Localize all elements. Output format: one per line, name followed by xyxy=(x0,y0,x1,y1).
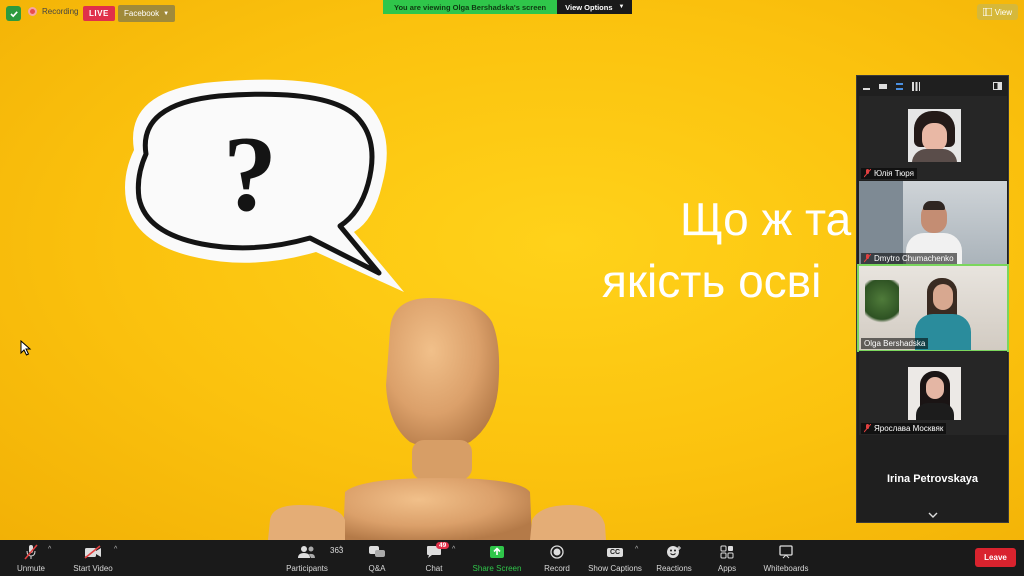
captions-caret-icon[interactable]: ^ xyxy=(635,546,638,553)
chevron-down-icon: ▼ xyxy=(163,10,170,17)
whiteboard-icon xyxy=(778,543,794,561)
recording-dot-icon xyxy=(28,7,37,16)
live-badge[interactable]: LIVE xyxy=(83,6,115,21)
participant-name-tag: Ярослава Москвяк xyxy=(861,423,947,434)
video-off-icon xyxy=(84,543,102,561)
participant-tile[interactable]: Юлія Тюря xyxy=(859,96,1007,180)
stream-target-label: Facebook xyxy=(124,9,160,18)
view-button-label: View xyxy=(994,7,1012,17)
exit-side-by-side-icon[interactable] xyxy=(993,82,1003,90)
whiteboards-button[interactable]: Whiteboards xyxy=(762,543,810,575)
view-options-label: View Options xyxy=(565,2,613,12)
participants-label: Participants xyxy=(286,564,328,573)
participant-name-tag: Olga Bershadska xyxy=(861,338,929,349)
reactions-icon xyxy=(666,543,682,561)
chat-label: Chat xyxy=(425,564,443,573)
view-button[interactable]: View xyxy=(976,4,1018,20)
participants-caret-icon[interactable]: ^ xyxy=(339,546,342,553)
participant-tile[interactable]: Dmytro Chumachenko xyxy=(859,181,1007,265)
qa-icon xyxy=(368,543,386,561)
gallery-grid-icon[interactable] xyxy=(912,81,921,91)
record-button[interactable]: Record xyxy=(542,543,572,575)
show-captions-button[interactable]: CC Show Captions xyxy=(588,543,642,575)
thumbnail-view-icon[interactable] xyxy=(878,83,887,89)
participant-name: Юлія Тюря xyxy=(874,169,914,178)
chevron-down-icon: ▼ xyxy=(618,4,625,10)
participant-tile[interactable]: Ярослава Москвяк xyxy=(859,351,1007,435)
participant-tile-active-speaker[interactable]: Olga Bershadska xyxy=(857,264,1009,352)
participant-name-tag: Dmytro Chumachenko xyxy=(861,253,957,264)
participants-button[interactable]: 363 Participants xyxy=(285,543,343,575)
chat-icon: 49 xyxy=(426,542,450,561)
start-video-button[interactable]: Start Video xyxy=(72,543,114,575)
participant-name-large: Irina Petrovskaya xyxy=(886,473,979,485)
stream-target-dropdown[interactable]: Facebook ▼ xyxy=(118,5,176,22)
qa-button[interactable]: Q&A xyxy=(364,543,390,575)
participant-name: Dmytro Chumachenko xyxy=(874,254,954,263)
mic-muted-icon xyxy=(24,543,38,561)
reactions-label: Reactions xyxy=(656,564,692,573)
view-options-button[interactable]: View Options ▼ xyxy=(557,0,633,14)
closed-captions-icon: CC xyxy=(606,543,624,561)
apps-button[interactable]: Apps xyxy=(716,543,738,575)
leave-button[interactable]: Leave xyxy=(975,548,1016,567)
unmute-label: Unmute xyxy=(16,564,45,573)
gallery-layout-controls xyxy=(857,76,1008,96)
recording-label: Recording xyxy=(42,7,79,16)
scroll-down-chevron-icon[interactable] xyxy=(928,512,938,518)
share-screen-icon xyxy=(489,543,505,561)
share-screen-button[interactable]: Share Screen xyxy=(472,543,522,575)
screen-share-banner: You are viewing Olga Bershadska's screen… xyxy=(383,0,633,14)
participant-photo xyxy=(908,367,961,420)
grid-view-icon xyxy=(982,8,992,16)
record-icon xyxy=(550,543,564,561)
cc-icon-text: CC xyxy=(606,547,624,557)
whiteboards-label: Whiteboards xyxy=(763,564,809,573)
slide-title-line1: Що ж та xyxy=(680,193,852,245)
participant-gallery-panel: Юлія Тюря Dmytro Chumachenko Olga Bersha… xyxy=(856,75,1009,523)
mic-muted-icon xyxy=(864,169,871,178)
qa-label: Q&A xyxy=(368,564,386,573)
mouse-cursor-icon xyxy=(20,340,32,356)
apps-label: Apps xyxy=(717,564,737,573)
mic-muted-icon xyxy=(864,254,871,263)
recording-indicator[interactable]: Recording xyxy=(28,7,78,16)
slide-title-line2: якість осві xyxy=(602,255,822,307)
screen-share-notice: You are viewing Olga Bershadska's screen xyxy=(383,0,558,14)
chat-caret-icon[interactable]: ^ xyxy=(452,546,455,553)
participant-name-tag: Юлія Тюря xyxy=(861,168,917,179)
speaker-view-icon[interactable] xyxy=(895,82,904,90)
video-options-caret-icon[interactable]: ^ xyxy=(114,546,117,553)
participant-photo xyxy=(908,109,961,162)
show-captions-label: Show Captions xyxy=(588,564,642,573)
apps-icon xyxy=(720,543,734,561)
mic-muted-icon xyxy=(864,424,871,433)
audio-options-caret-icon[interactable]: ^ xyxy=(48,546,51,553)
encryption-shield-icon[interactable] xyxy=(6,6,21,21)
share-screen-label: Share Screen xyxy=(472,564,522,573)
chat-button[interactable]: 49 Chat xyxy=(421,542,450,575)
participants-icon: 363 xyxy=(298,543,343,561)
record-label: Record xyxy=(544,564,570,573)
start-video-label: Start Video xyxy=(73,564,113,573)
unmute-button[interactable]: Unmute xyxy=(14,543,48,575)
minimize-icon[interactable] xyxy=(863,88,870,90)
participant-name: Olga Bershadska xyxy=(864,339,926,348)
participant-name: Ярослава Москвяк xyxy=(874,424,944,433)
reactions-button[interactable]: Reactions xyxy=(656,543,692,575)
wooden-mannequin-illustration xyxy=(268,298,606,540)
meeting-toolbar: Unmute ^ Start Video ^ 363 Participants … xyxy=(0,540,1024,576)
chat-unread-badge: 49 xyxy=(436,542,450,549)
